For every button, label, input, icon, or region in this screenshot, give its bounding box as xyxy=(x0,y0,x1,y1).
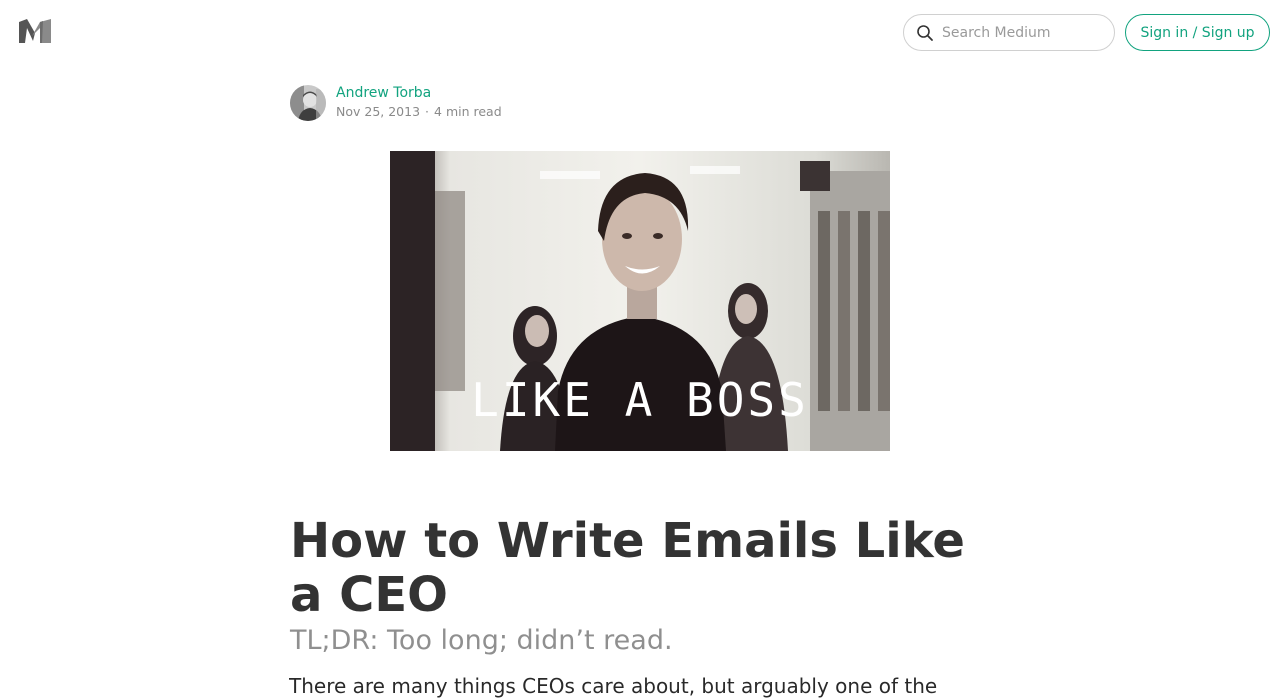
author-name-link[interactable]: Andrew Torba xyxy=(336,85,502,102)
read-time: 4 min read xyxy=(434,104,502,119)
post-meta: Nov 25, 2013 · 4 min read xyxy=(336,103,502,121)
post-date: Nov 25, 2013 xyxy=(336,104,421,119)
search-input[interactable] xyxy=(942,24,1102,41)
medium-logo-icon[interactable] xyxy=(18,19,51,46)
search-icon[interactable] xyxy=(916,24,934,42)
hero-image: LIKE A BOSS xyxy=(390,151,890,451)
article-subtitle: TL;DR: Too long; didn’t read. xyxy=(290,625,673,656)
hero-caption: LIKE A BOSS xyxy=(471,373,809,427)
author-byline: Andrew Torba Nov 25, 2013 · 4 min read xyxy=(290,85,502,121)
search-box[interactable] xyxy=(903,14,1115,51)
meta-separator: · xyxy=(425,104,430,119)
author-avatar[interactable] xyxy=(290,85,326,121)
sign-in-button[interactable]: Sign in / Sign up xyxy=(1125,14,1270,51)
article-title: How to Write Emails Like a CEO xyxy=(290,513,965,623)
top-bar: Sign in / Sign up xyxy=(0,0,1280,65)
article-body-paragraph: There are many things CEOs care about, b… xyxy=(289,674,938,698)
